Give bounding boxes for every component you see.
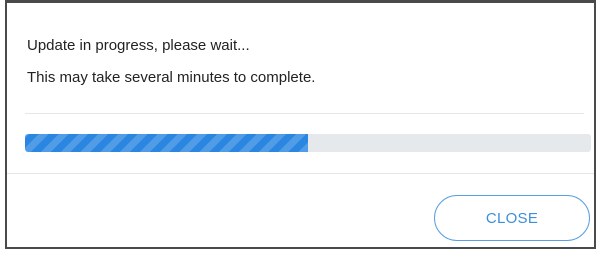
- progress-bar: [25, 134, 591, 152]
- footer-divider: [7, 173, 594, 174]
- progress-bar-fill: [25, 134, 308, 152]
- divider: [25, 113, 584, 114]
- close-button[interactable]: CLOSE: [434, 195, 590, 241]
- status-message: Update in progress, please wait...: [27, 37, 250, 54]
- update-dialog: Update in progress, please wait... This …: [5, 0, 596, 249]
- status-detail: This may take several minutes to complet…: [27, 69, 316, 86]
